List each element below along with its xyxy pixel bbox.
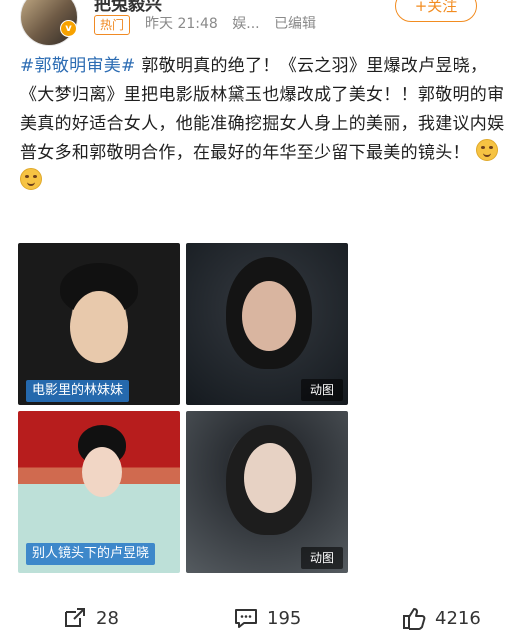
repost-count: 28 [96,607,119,629]
repost-icon [65,608,85,627]
emoji-icon [20,168,42,190]
gif-badge: 动图 [301,547,343,569]
like-count: 4216 [435,607,481,629]
verified-badge-icon: v [60,20,77,37]
post-body: #郭敬明审美# 郭敬明真的绝了！《云之羽》里爆改卢昱晓，《大梦归离》里把电影版林… [20,52,512,197]
username[interactable]: 把兔毅兴 [94,0,162,15]
emoji-icon [475,139,498,161]
edited-label: 已编辑 [274,16,317,32]
comment-count: 195 [267,607,302,629]
comment-icon [235,609,257,628]
repost-button[interactable]: 28 [62,596,119,640]
post-header: v 把兔毅兴 热门 昨天 21:48 娱... 已编辑 +关注 [0,0,531,46]
hot-badge: 热门 [94,15,131,35]
gif-badge: 动图 [301,379,343,401]
like-icon [403,608,426,630]
image-caption-1: 电影里的林妹妹 [26,380,130,402]
comment-button[interactable]: 195 [233,596,301,640]
follow-button[interactable]: +关注 [395,0,477,22]
action-bar: 28 195 4216 [0,596,531,640]
post-time: 昨天 21:48 [145,16,218,32]
image-caption-3: 别人镜头下的卢昱晓 [26,543,156,565]
post-source: 娱... [232,16,260,32]
like-button[interactable]: 4216 [401,596,481,640]
post-meta: 昨天 21:48 娱... 已编辑 [145,15,326,33]
hashtag-link[interactable]: #郭敬明审美# [20,56,136,76]
